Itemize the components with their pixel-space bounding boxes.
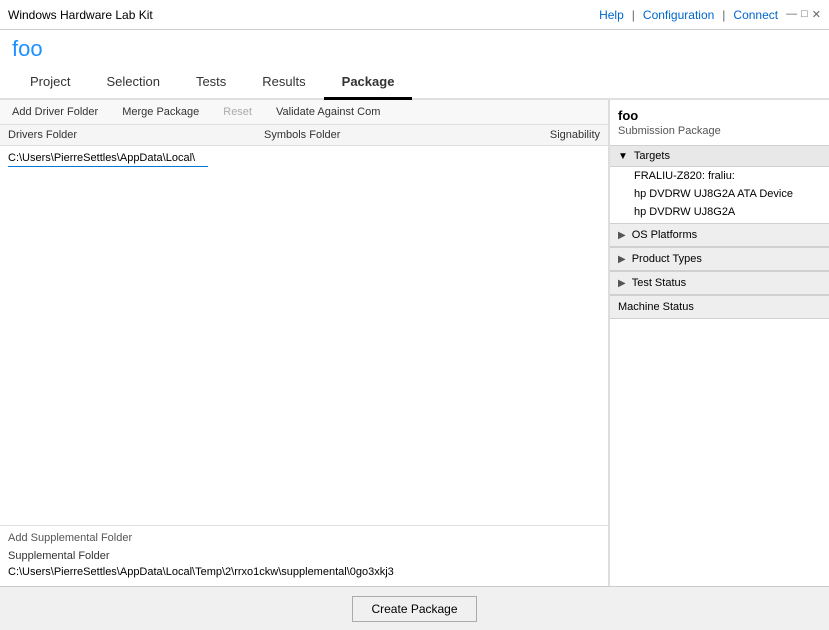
sep1: | xyxy=(632,8,635,22)
os-platforms-label: OS Platforms xyxy=(632,229,697,241)
supplemental-section: Add Supplemental Folder Supplemental Fol… xyxy=(0,525,608,586)
minimize-button[interactable]: — xyxy=(786,8,797,21)
right-panel-subtitle: Submission Package xyxy=(610,125,829,145)
signability-header: Signability xyxy=(520,129,600,141)
restore-button[interactable]: □ xyxy=(801,8,808,21)
tab-project[interactable]: Project xyxy=(12,66,88,100)
left-panel: Add Driver Folder Merge Package Reset Va… xyxy=(0,100,609,586)
product-types-label: Product Types xyxy=(632,253,702,265)
folder-headers: Drivers Folder Symbols Folder Signabilit… xyxy=(0,125,608,146)
os-platforms-arrow: ▶ xyxy=(618,230,626,241)
app-name: foo xyxy=(0,30,829,66)
title-bar-right: Help | Configuration | Connect — □ ✕ xyxy=(599,8,821,22)
main-content: Add Driver Folder Merge Package Reset Va… xyxy=(0,100,829,586)
tab-results[interactable]: Results xyxy=(244,66,323,100)
connect-link[interactable]: Connect xyxy=(733,8,778,22)
add-supplemental-folder-button[interactable]: Add Supplemental Folder xyxy=(8,532,600,544)
supplemental-folder-label: Supplemental Folder xyxy=(8,548,600,564)
test-status-label: Test Status xyxy=(632,277,686,289)
target-item-2: hp DVDRW UJ8G2A xyxy=(610,203,829,221)
nav-tabs: Project Selection Tests Results Package xyxy=(0,66,829,100)
drivers-path: C:\Users\PierreSettles\AppData\Local\ xyxy=(8,150,208,167)
configuration-link[interactable]: Configuration xyxy=(643,8,714,22)
app-title-text: Windows Hardware Lab Kit xyxy=(8,8,153,22)
toolbar: Add Driver Folder Merge Package Reset Va… xyxy=(0,100,608,125)
product-types-arrow: ▶ xyxy=(618,254,626,265)
title-bar: Windows Hardware Lab Kit Help | Configur… xyxy=(0,0,829,30)
bottom-bar: Create Package xyxy=(0,586,829,630)
os-platforms-header[interactable]: ▶ OS Platforms xyxy=(610,223,829,247)
create-package-button[interactable]: Create Package xyxy=(352,596,476,622)
targets-section: ▼ Targets FRALIU-Z820: fraliu: hp DVDRW … xyxy=(610,145,829,221)
targets-header[interactable]: ▼ Targets xyxy=(610,145,829,167)
validate-button[interactable]: Validate Against Com xyxy=(272,104,384,120)
product-types-header[interactable]: ▶ Product Types xyxy=(610,247,829,271)
tab-tests[interactable]: Tests xyxy=(178,66,244,100)
target-item-0: FRALIU-Z820: fraliu: xyxy=(610,167,829,185)
targets-label: Targets xyxy=(634,150,670,162)
folder-content: C:\Users\PierreSettles\AppData\Local\ xyxy=(0,146,608,525)
drivers-folder-header: Drivers Folder xyxy=(8,129,264,141)
target-item-1: hp DVDRW UJ8G2A ATA Device xyxy=(610,185,829,203)
tab-selection[interactable]: Selection xyxy=(88,66,177,100)
right-panel: foo Submission Package ▼ Targets FRALIU-… xyxy=(609,100,829,586)
close-button[interactable]: ✕ xyxy=(812,8,821,21)
machine-status-header[interactable]: Machine Status xyxy=(610,295,829,319)
symbols-folder-header: Symbols Folder xyxy=(264,129,520,141)
targets-arrow: ▼ xyxy=(618,151,628,162)
sep2: | xyxy=(722,8,725,22)
help-link[interactable]: Help xyxy=(599,8,624,22)
tab-package[interactable]: Package xyxy=(324,66,413,100)
test-status-arrow: ▶ xyxy=(618,278,626,289)
add-driver-folder-button[interactable]: Add Driver Folder xyxy=(8,104,102,120)
window-controls: — □ ✕ xyxy=(786,8,821,21)
supplemental-path: C:\Users\PierreSettles\AppData\Local\Tem… xyxy=(8,564,600,580)
reset-button[interactable]: Reset xyxy=(219,104,256,120)
merge-package-button[interactable]: Merge Package xyxy=(118,104,203,120)
machine-status-label: Machine Status xyxy=(618,301,694,313)
right-panel-title: foo xyxy=(610,108,829,125)
test-status-header[interactable]: ▶ Test Status xyxy=(610,271,829,295)
